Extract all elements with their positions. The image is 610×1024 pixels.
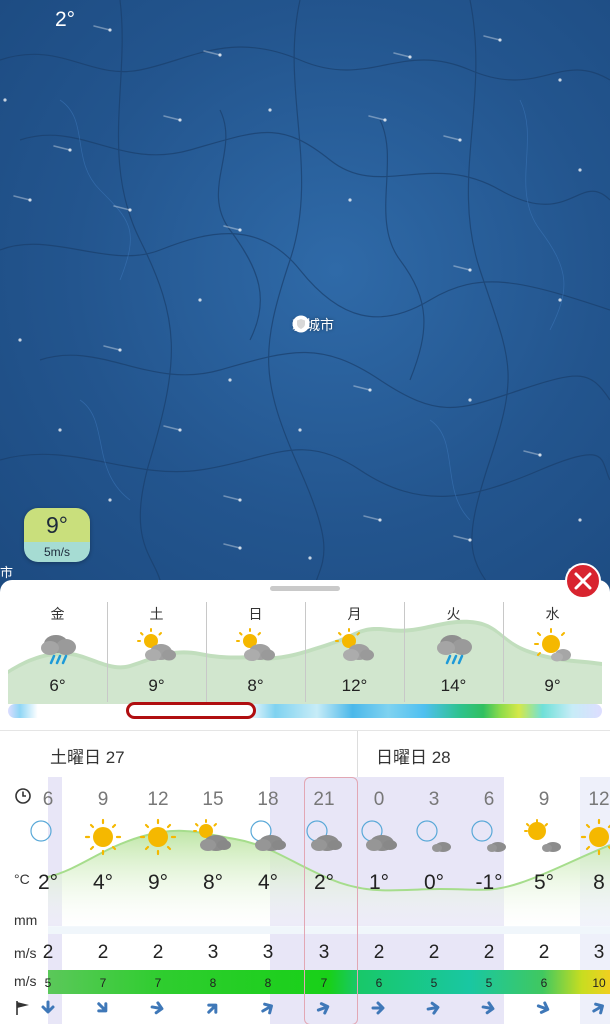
hour-temperature: 4° <box>92 871 114 894</box>
moon-cloud-icon <box>361 820 397 851</box>
city-marker[interactable]: 新城市 <box>292 315 334 335</box>
location-weather-badge[interactable]: 9° 5m/s <box>24 508 90 562</box>
badge-temperature: 9° <box>24 508 90 542</box>
day-temperature: 9° <box>148 676 165 695</box>
hour-gust-speed: 7 <box>154 976 162 990</box>
timeline-selection[interactable] <box>126 702 256 719</box>
daily-forecast-panel: 金 6° 土 9° 日 8° 月 12° 火 14° 水 9° <box>0 580 610 730</box>
day-name: 金 <box>50 606 65 622</box>
cloud-rain-icon <box>40 635 76 665</box>
hour-gust-speed: 5 <box>44 976 52 990</box>
badge-wind-speed: 5m/s <box>24 542 90 562</box>
day-name: 土 <box>149 606 164 622</box>
day-temperature: 12° <box>341 676 368 695</box>
date-label-sat: 土曜日 27 <box>50 748 125 767</box>
wind-arrow-icon <box>517 999 571 1022</box>
day-name: 水 <box>545 606 560 622</box>
sun-small-cloud-icon <box>524 819 561 852</box>
day-temperature: 14° <box>440 676 467 695</box>
hour-temperature: 9° <box>147 871 169 894</box>
hour-gust-speed: 7 <box>99 976 107 990</box>
wind-arrow-icon <box>76 999 130 1022</box>
hour-gust-speed: 6 <box>540 976 548 990</box>
date-separator <box>357 731 358 777</box>
hour-temperature: 8 <box>593 871 605 894</box>
hour-temperature: 2° <box>37 871 59 894</box>
wind-arrow-icon <box>21 999 75 1022</box>
hour-gust-speed: 5 <box>485 976 493 990</box>
day-temperature: 6° <box>49 676 66 695</box>
day-name: 月 <box>347 606 362 622</box>
close-button[interactable] <box>565 563 601 599</box>
sun-cloud-icon <box>235 628 275 661</box>
sun-cloud-icon <box>136 628 176 661</box>
moon-small-cloud-icon <box>416 820 451 852</box>
hour-gust-speed: 8 <box>209 976 217 990</box>
hour-temperature: 0° <box>423 871 445 894</box>
sun-small-cloud-icon <box>533 628 571 662</box>
wind-arrow-icon <box>407 999 461 1022</box>
moon-small-cloud-icon <box>471 820 506 852</box>
shield-icon <box>292 315 310 333</box>
wind-arrow-icon <box>186 999 240 1022</box>
hour-temperature: 1° <box>368 871 390 894</box>
wind-arrow-icon <box>352 999 406 1022</box>
map-terrain <box>0 0 610 600</box>
day-column-fri[interactable]: 金 6° <box>8 600 107 704</box>
day-temperature: 8° <box>247 676 264 695</box>
day-column-mon[interactable]: 月 12° <box>305 600 404 704</box>
cloud-rain-icon <box>436 635 472 665</box>
day-column-tue[interactable]: 火 14° <box>404 600 503 704</box>
selected-hour-column[interactable] <box>304 777 358 1024</box>
sun-cloud-icon <box>334 628 374 661</box>
sun-cloud-icon <box>193 819 231 851</box>
day-column-sun[interactable]: 日 8° <box>206 600 305 704</box>
wind-arrow-icon <box>572 999 610 1022</box>
weather-map[interactable]: 2° 新城市 市 9° 5m/s <box>0 0 610 600</box>
day-name: 火 <box>446 606 461 622</box>
hour-temperature: 5° <box>533 871 555 894</box>
close-icon <box>574 572 592 590</box>
moon-cloud-icon <box>250 820 286 851</box>
date-label-sun: 日曜日 28 <box>376 748 451 767</box>
day-temperature: 9° <box>544 676 561 695</box>
wind-arrow-icon <box>241 999 295 1022</box>
hour-gust-speed: 6 <box>375 976 383 990</box>
day-column-wed[interactable]: 水 9° <box>503 600 602 704</box>
wind-arrow-icon <box>131 999 185 1022</box>
hour-gust-speed: 8 <box>264 976 272 990</box>
day-name: 日 <box>248 606 263 622</box>
day-column-sat[interactable]: 土 9° <box>107 600 206 704</box>
sun-icon <box>139 818 177 856</box>
wind-arrow-icon <box>462 999 516 1022</box>
map-temperature-label: 2° <box>55 8 76 31</box>
hourly-forecast[interactable]: 土曜日 27 日曜日 28 °C mm m/s m/s 6 2° 2 5 9 4° 2 7 12… <box>0 730 610 1024</box>
hour-temperature: 8° <box>202 871 224 894</box>
hour-gust-speed: 5 <box>430 976 438 990</box>
hour-temperature: 4° <box>257 871 279 894</box>
sun-icon <box>580 818 610 856</box>
map-edge-label: 市 <box>0 565 14 580</box>
hour-temperature: -1° <box>475 871 503 894</box>
sun-icon <box>84 818 122 856</box>
hour-gust-speed: 10 <box>592 976 606 990</box>
moon-icon <box>30 820 52 842</box>
forecast-timeline-bar[interactable] <box>8 704 602 718</box>
